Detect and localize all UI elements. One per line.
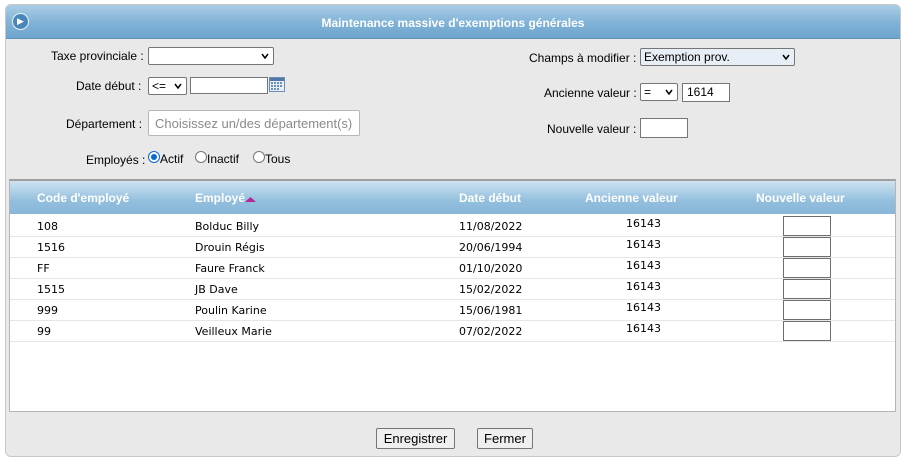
col-date-debut[interactable]: Date début [459,191,521,205]
cell-employe: Bolduc Billy [195,220,260,233]
cell-ancienne: 16143 [626,217,661,230]
cell-date: 11/08/2022 [459,220,523,233]
radio-inactif-label[interactable]: Inactif [207,152,239,166]
dialog-title: Maintenance massive d'exemptions général… [321,16,585,30]
cell-code: FF [37,262,50,275]
cell-ancienne: 16143 [626,301,661,314]
cell-date: 07/02/2022 [459,325,523,338]
table-row[interactable]: 1516 Drouin Régis 20/06/1994 16143 [10,237,895,258]
chevron-down-icon [665,89,673,96]
cell-employe: JB Dave [195,283,238,296]
cell-code: 1516 [37,241,65,254]
employee-grid: Code d'employé Employé Date début Ancien… [9,179,896,412]
cell-nouvelle-input[interactable] [783,216,831,236]
ancienne-valeur-input[interactable]: 1614 [682,83,730,102]
cell-employe: Faure Franck [195,262,265,275]
col-code-employe[interactable]: Code d'employé [37,191,129,205]
cell-nouvelle-input[interactable] [783,300,831,320]
save-button[interactable]: Enregistrer [376,428,455,449]
date-debut-input[interactable] [190,77,268,94]
taxe-provinciale-label: Taxe provinciale : [51,49,144,63]
cell-nouvelle-input[interactable] [783,279,831,299]
calendar-grid-icon [270,78,284,90]
ancienne-valeur-label: Ancienne valeur : [544,86,637,100]
table-row[interactable]: 999 Poulin Karine 15/06/1981 16143 [10,300,895,321]
table-row[interactable]: 1515 JB Dave 15/02/2022 16143 [10,279,895,300]
radio-tous[interactable] [253,151,265,163]
cell-ancienne: 16143 [626,322,661,335]
date-debut-label: Date début : [76,79,142,93]
taxe-provinciale-select[interactable] [148,47,274,65]
cell-employe: Drouin Régis [195,241,265,254]
cell-date: 20/06/1994 [459,241,523,254]
col-nouvelle-valeur[interactable]: Nouvelle valeur [756,191,845,205]
employes-label: Employés : [86,153,146,167]
cell-date: 15/06/1981 [459,304,523,317]
departement-multiselect[interactable]: Choisissez un/des département(s) [148,110,360,136]
col-employe-label: Employé [195,191,246,205]
nouvelle-valeur-label: Nouvelle valeur : [547,122,637,136]
cell-date: 01/10/2020 [459,262,523,275]
mass-exemption-dialog: ▶ Maintenance massive d'exemptions génér… [5,4,901,457]
cell-ancienne: 16143 [626,238,661,251]
cell-nouvelle-input[interactable] [783,321,831,341]
cell-code: 999 [37,304,58,317]
radio-inactif[interactable] [195,151,207,163]
champs-modifier-label: Champs à modifier : [529,51,637,65]
sort-asc-icon [245,197,257,202]
col-ancienne-valeur[interactable]: Ancienne valeur [585,191,678,205]
table-row[interactable]: 99 Veilleux Marie 07/02/2022 16143 [10,321,895,342]
cell-code: 108 [37,220,58,233]
dialog-titlebar: ▶ Maintenance massive d'exemptions génér… [6,5,900,39]
table-row[interactable]: FF Faure Franck 01/10/2020 16143 [10,258,895,279]
cell-date: 15/02/2022 [459,283,523,296]
chevron-down-icon [261,53,269,60]
cell-employe: Veilleux Marie [195,325,272,338]
cell-ancienne: 16143 [626,259,661,272]
col-employe[interactable]: Employé [195,191,257,205]
cell-nouvelle-input[interactable] [783,237,831,257]
departement-label: Département : [66,117,143,131]
nouvelle-valeur-input[interactable] [640,118,688,138]
chevron-down-icon [782,54,790,61]
champs-modifier-select[interactable]: Exemption prov. [640,48,795,66]
cell-code: 1515 [37,283,65,296]
cell-code: 99 [37,325,51,338]
table-row[interactable]: 108 Bolduc Billy 11/08/2022 16143 [10,216,895,237]
cell-ancienne: 16143 [626,280,661,293]
calendar-icon[interactable] [269,77,285,92]
chevron-down-icon [174,83,182,90]
ancienne-operator-select[interactable]: = [640,83,678,101]
cell-employe: Poulin Karine [195,304,267,317]
radio-actif[interactable] [148,151,160,163]
grid-header: Code d'employé Employé Date début Ancien… [10,181,895,214]
close-button[interactable]: Fermer [477,428,533,449]
cell-nouvelle-input[interactable] [783,258,831,278]
radio-actif-label[interactable]: Actif [160,152,183,166]
date-operator-select[interactable]: <= [148,77,187,95]
radio-tous-label[interactable]: Tous [265,152,290,166]
